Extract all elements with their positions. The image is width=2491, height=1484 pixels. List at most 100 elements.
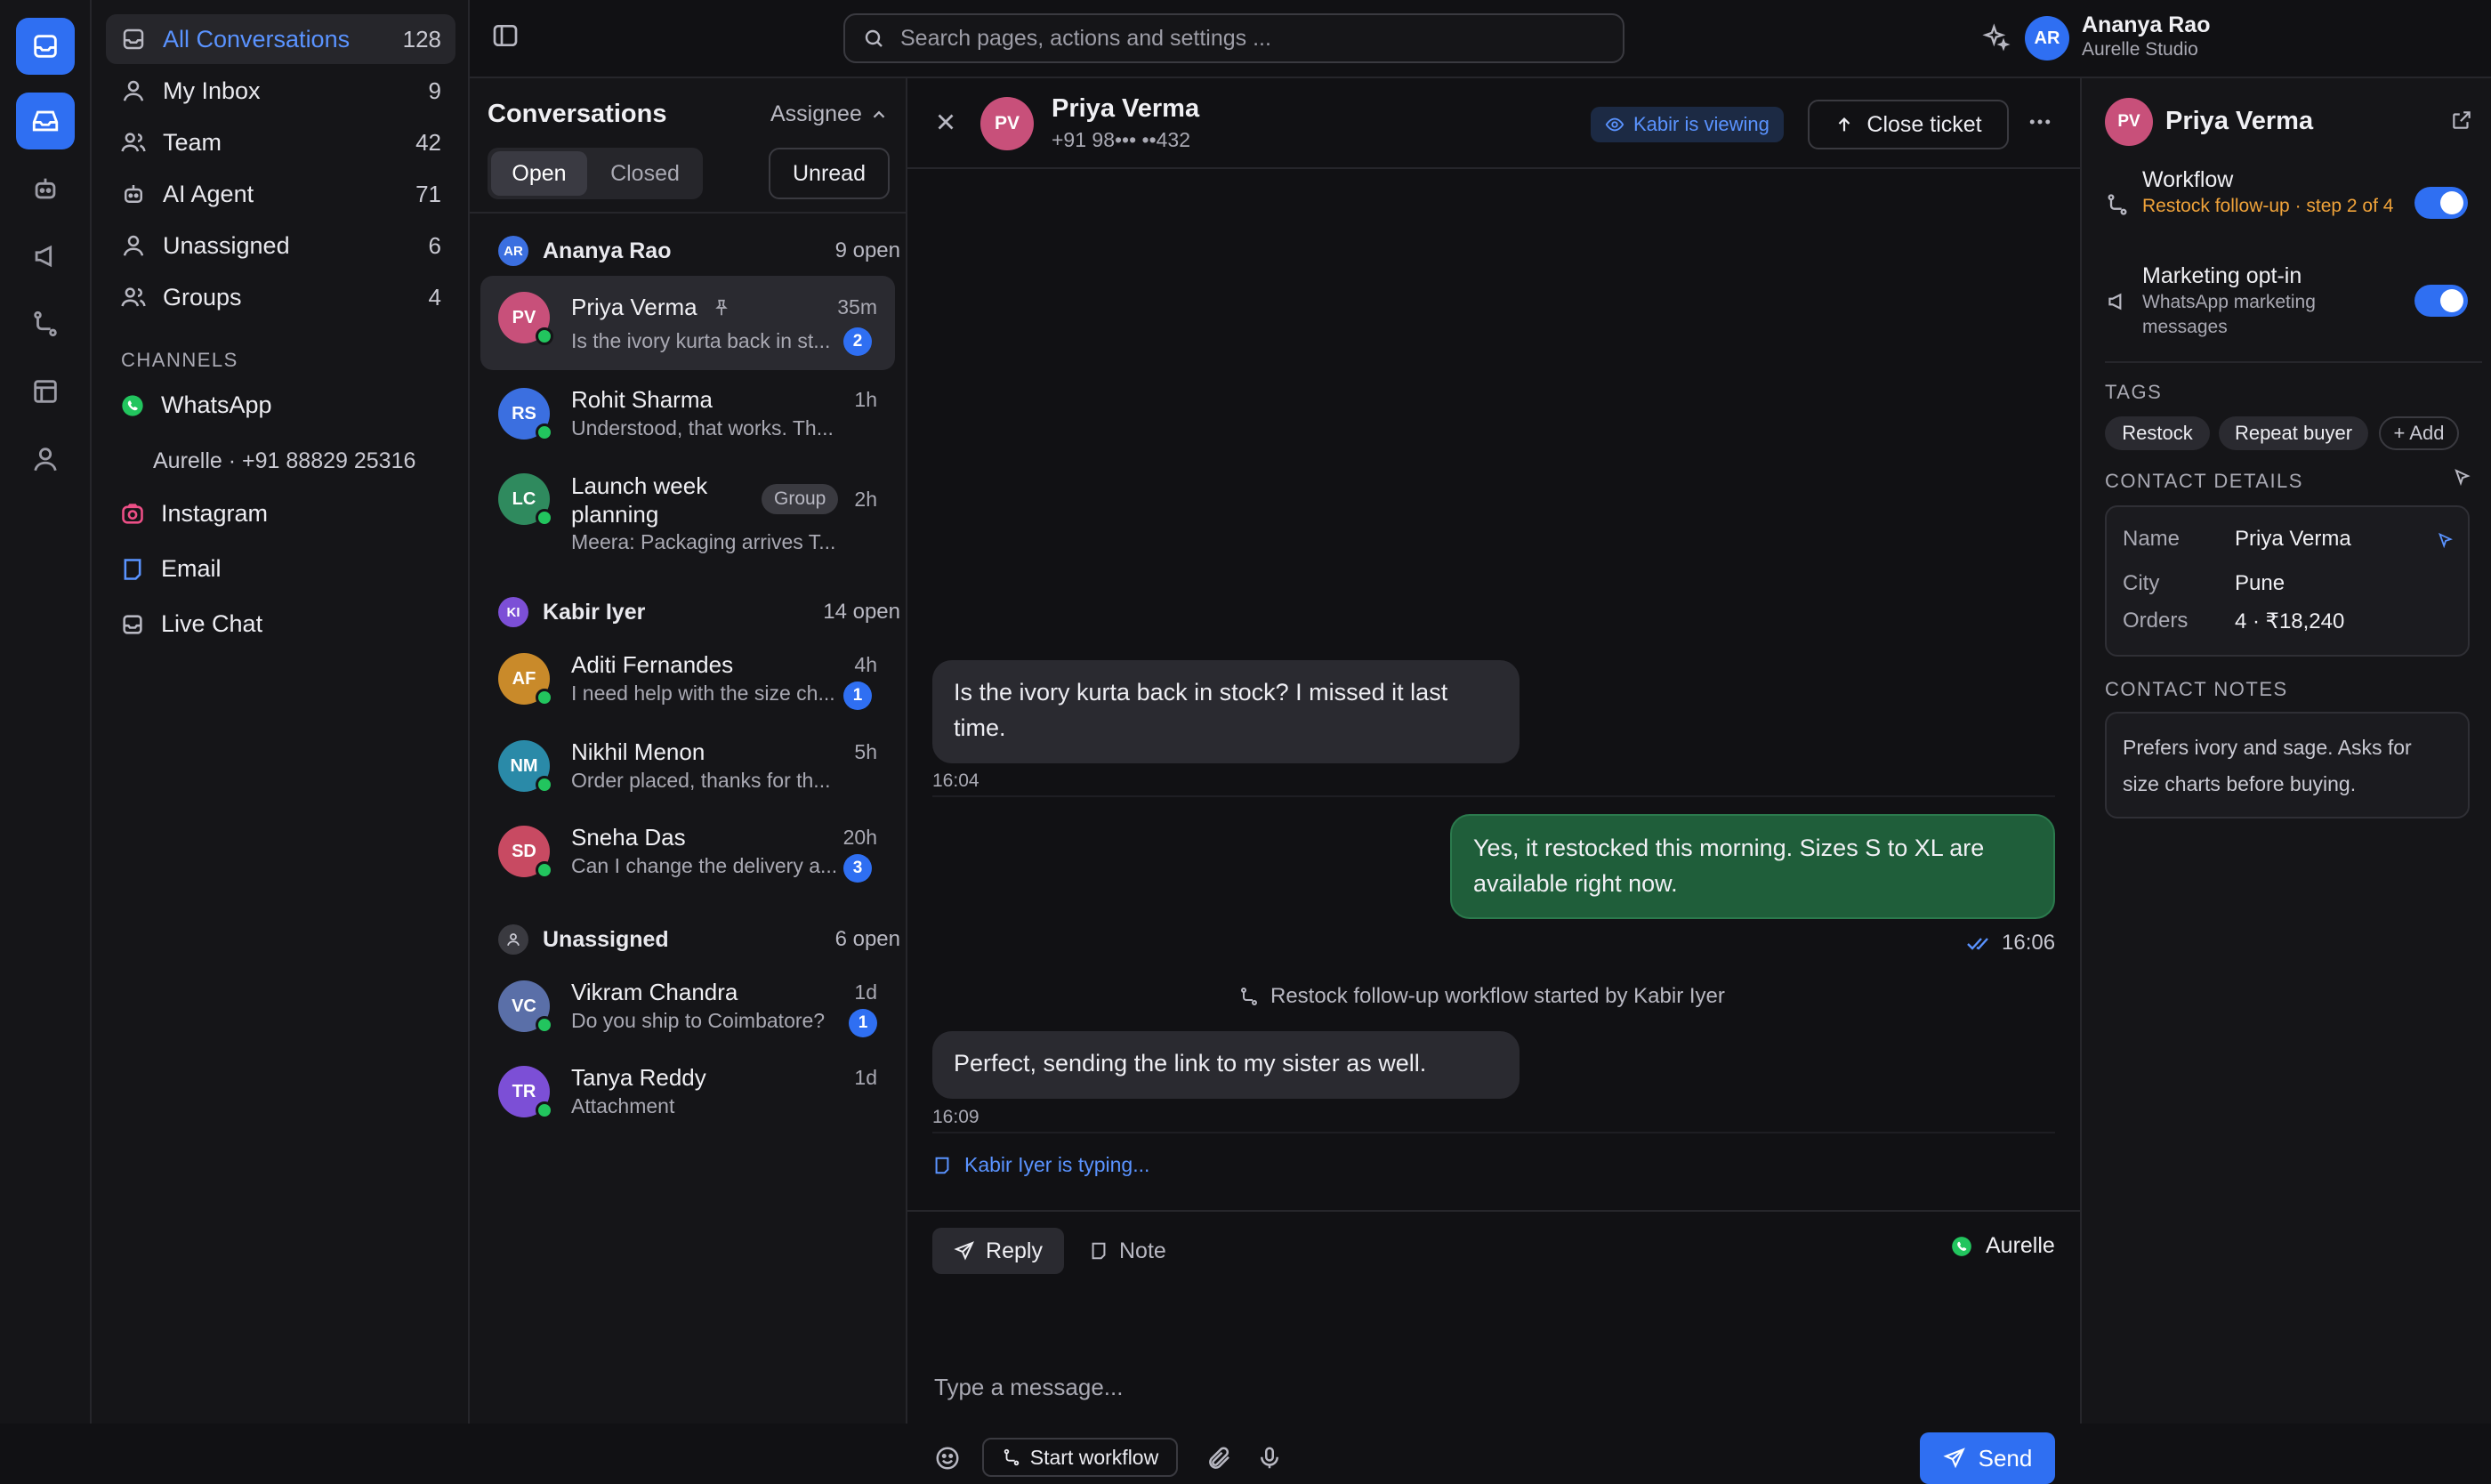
rail-workflows-button[interactable]: [16, 295, 75, 352]
user-avatar[interactable]: AR: [2025, 16, 2069, 60]
instagram-icon: [122, 503, 143, 524]
paperclip-icon: [1209, 1447, 1229, 1469]
divider: [470, 212, 906, 214]
message-incoming: Perfect, sending the link to my sister a…: [932, 1031, 1520, 1099]
group-name: Ananya Rao: [543, 238, 672, 263]
divider: [932, 1132, 2055, 1133]
channel-live-chat[interactable]: Live Chat: [120, 610, 262, 638]
channel-selector[interactable]: Aurelle: [1950, 1233, 2055, 1259]
sidebar-item-team[interactable]: Team 42: [106, 117, 455, 167]
user-icon: [34, 448, 57, 472]
note-tab[interactable]: Note: [1089, 1228, 1166, 1274]
attach-button[interactable]: [1206, 1445, 1233, 1472]
emoji-button[interactable]: [934, 1445, 961, 1472]
channel-number-label: Aurelle · +91 88829 25316: [153, 448, 416, 473]
users-icon: [121, 287, 146, 307]
contact-notes-heading: CONTACT NOTES: [2105, 678, 2288, 700]
rail-bot-button[interactable]: [16, 160, 75, 217]
conversation-item-rohit[interactable]: RS Rohit Sharma 1h Understood, that work…: [480, 372, 895, 457]
search-placeholder: Search pages, actions and settings ...: [900, 25, 1271, 51]
tag-repeat-buyer[interactable]: Repeat buyer: [2219, 416, 2368, 450]
channel-email[interactable]: Email: [120, 555, 222, 583]
start-workflow-button[interactable]: Start workflow: [982, 1438, 1178, 1477]
group-header-kabir[interactable]: KI Kabir Iyer 14 open: [498, 594, 900, 630]
rail-contacts-button[interactable]: [16, 431, 75, 488]
whatsapp-badge-icon: [536, 1101, 553, 1119]
sidebar-item-groups[interactable]: Groups 4: [106, 272, 455, 322]
inbox-sidebar: All Conversations 128 My Inbox 9 Team 42…: [92, 0, 470, 1424]
contact-avatar[interactable]: PV: [980, 97, 1034, 150]
reply-tab[interactable]: Reply: [932, 1228, 1064, 1274]
sidebar-item-ai-agent[interactable]: AI Agent 71: [106, 169, 455, 219]
close-ticket-button[interactable]: Close ticket: [1808, 100, 2009, 149]
viewing-indicator: Kabir is viewing: [1591, 107, 1784, 142]
search-box[interactable]: Search pages, actions and settings ...: [843, 13, 1624, 63]
conversation-item-launch-week[interactable]: LC Launch week planning Group 2h Meera: …: [480, 457, 895, 561]
arrow-up-icon: [1839, 117, 1850, 132]
conversation-item-nikhil[interactable]: NM Nikhil Menon 5h Order placed, thanks …: [480, 724, 895, 810]
conversation-item-vikram[interactable]: VC Vikram Chandra 1d Do you ship to Coim…: [480, 964, 895, 1050]
group-name: Kabir Iyer: [543, 599, 646, 625]
send-label: Send: [1978, 1444, 2033, 1472]
unread-filter-button[interactable]: Unread: [769, 148, 890, 199]
livechat-icon: [123, 614, 142, 634]
group-header-unassigned[interactable]: Unassigned 6 open: [498, 922, 900, 957]
more-options-button[interactable]: [2027, 109, 2053, 135]
reply-label: Reply: [986, 1238, 1043, 1263]
conversation-item-aditi[interactable]: AF Aditi Fernandes 4h I need help with t…: [480, 637, 895, 722]
voice-button[interactable]: [1256, 1445, 1283, 1472]
sidebar-item-count: 9: [428, 77, 441, 104]
users-icon: [121, 133, 146, 152]
message-input[interactable]: Type a message...: [934, 1374, 1123, 1401]
channel-instagram[interactable]: Instagram: [120, 500, 268, 528]
contact-name: Priya Verma: [1052, 94, 1200, 123]
rail-campaigns-button[interactable]: [16, 228, 75, 285]
rail-inbox-tray-button[interactable]: [16, 93, 75, 149]
conversation-item-tanya[interactable]: TR Tanya Reddy 1d Attachment: [480, 1050, 895, 1135]
close-chat-button[interactable]: [932, 109, 959, 135]
toggle-sidebar-button[interactable]: [491, 21, 520, 50]
channel-whatsapp[interactable]: WhatsApp: [120, 391, 272, 419]
system-event: Restock follow-up workflow started by Ka…: [1238, 984, 1725, 1009]
marketing-toggle[interactable]: [2414, 285, 2468, 317]
edit-cursor-icon[interactable]: [2436, 530, 2455, 550]
message-outgoing: Yes, it restocked this morning. Sizes S …: [1450, 814, 2055, 919]
send-button[interactable]: Send: [1920, 1432, 2055, 1484]
sidebar-item-my-inbox[interactable]: My Inbox 9: [106, 66, 455, 116]
group-count: 6 open: [834, 927, 900, 951]
icon-rail: [0, 0, 92, 1424]
conversation-time: 5h: [854, 740, 877, 763]
contact-details-heading: CONTACT DETAILS: [2105, 470, 2303, 492]
chat-pane: PV Priya Verma +91 98••• ••432 Kabir is …: [907, 78, 2082, 1484]
tag-restock[interactable]: Restock: [2105, 416, 2210, 450]
detail-value-city[interactable]: Pune: [2235, 571, 2285, 596]
rail-templates-button[interactable]: [16, 363, 75, 420]
user-icon: [507, 933, 520, 947]
workflow-icon: [2108, 194, 2127, 215]
sidebar-item-count: 4: [428, 283, 441, 311]
assignee-sort[interactable]: Assignee: [770, 101, 889, 127]
double-check-icon: [1967, 938, 1988, 950]
tab-open[interactable]: Open: [491, 151, 587, 196]
marketing-description: WhatsApp marketing messages: [2142, 292, 2316, 337]
contact-notes[interactable]: Prefers ivory and sage. Asks for size ch…: [2105, 712, 2470, 819]
ai-sparkle-button[interactable]: [1982, 23, 2011, 52]
group-header-ananya[interactable]: AR Ananya Rao 9 open: [498, 233, 900, 269]
open-contact-button[interactable]: [2450, 109, 2473, 132]
unread-count-badge: 2: [843, 327, 872, 356]
megaphone-icon: [2108, 293, 2122, 311]
sidebar-item-all-conversations[interactable]: All Conversations 128: [106, 14, 455, 64]
conversation-item-priya[interactable]: PV Priya Verma 35m Is the ivory kurta ba…: [480, 276, 895, 370]
chat-header: PV Priya Verma +91 98••• ••432 Kabir is …: [907, 78, 2080, 169]
detail-key: Name: [2123, 527, 2181, 551]
channel-whatsapp-number[interactable]: Aurelle · +91 88829 25316: [153, 448, 415, 474]
workflow-toggle[interactable]: [2414, 187, 2468, 219]
rail-inbox-button[interactable]: [16, 18, 75, 75]
megaphone-icon: [35, 245, 52, 268]
add-tag-button[interactable]: + Add: [2379, 416, 2459, 450]
detail-value-name[interactable]: Priya Verma: [2235, 527, 2351, 552]
detail-value-orders[interactable]: 4 · ₹18,240: [2235, 609, 2344, 634]
tab-closed[interactable]: Closed: [593, 151, 697, 196]
conversation-item-sneha[interactable]: SD Sneha Das 20h Can I change the delive…: [480, 810, 895, 895]
sidebar-item-unassigned[interactable]: Unassigned 6: [106, 221, 455, 270]
